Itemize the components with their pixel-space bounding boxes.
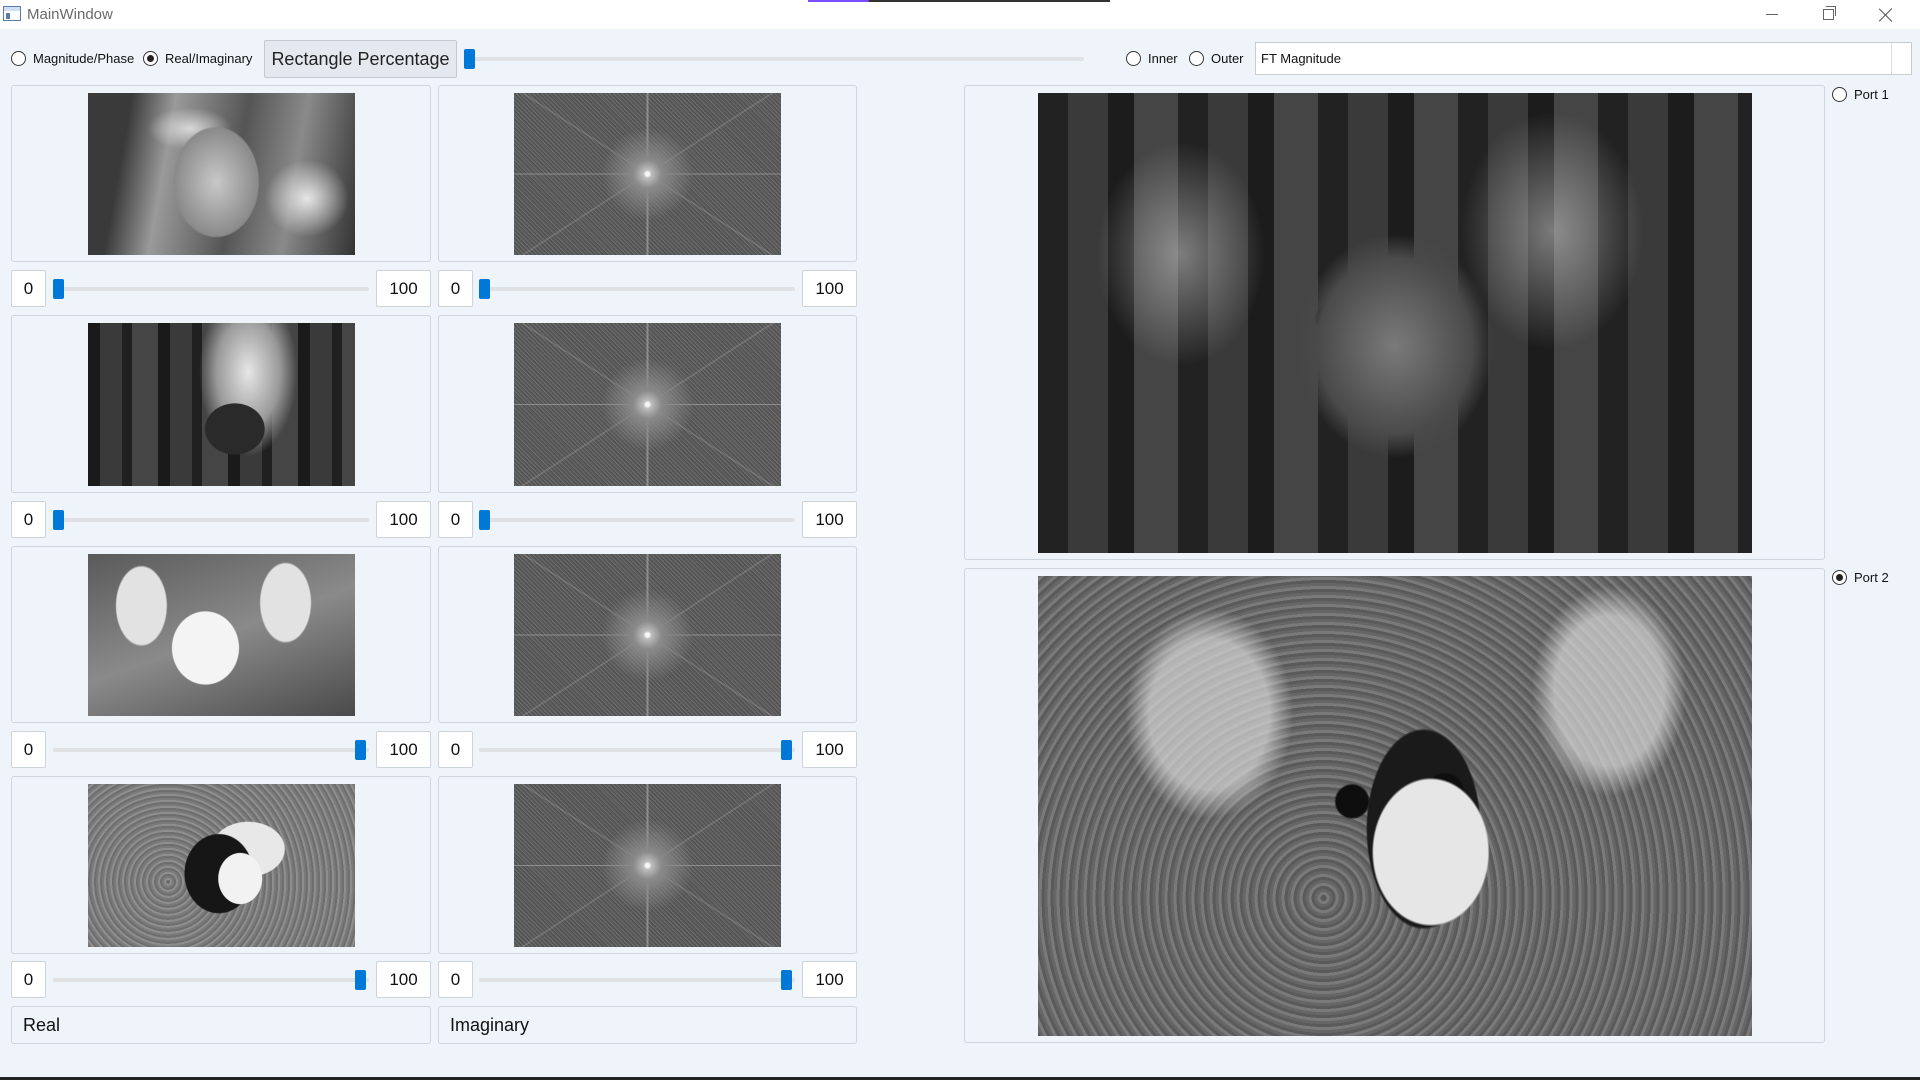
slider-groove <box>53 748 369 752</box>
port-1-label: Port 1 <box>1854 87 1889 102</box>
slider-handle[interactable] <box>53 510 64 530</box>
close-button[interactable] <box>1858 0 1914 29</box>
rectangle-percentage-button[interactable]: Rectangle Percentage <box>264 40 457 78</box>
restore-button[interactable] <box>1800 0 1856 29</box>
left-column-label: Real <box>11 1006 431 1044</box>
input-image-panel-2[interactable] <box>11 315 431 493</box>
close-icon <box>1879 8 1893 22</box>
mode-magnitude-phase-label: Magnitude/Phase <box>33 51 135 66</box>
output-panel-port-2[interactable] <box>964 568 1825 1043</box>
slider-handle[interactable] <box>479 279 490 299</box>
weight-right-max-3: 100 <box>802 731 857 768</box>
slider-groove <box>53 978 369 982</box>
mode-magnitude-phase-radio[interactable]: Magnitude/Phase <box>11 51 134 66</box>
slider-handle[interactable] <box>781 740 792 760</box>
minimize-button[interactable] <box>1744 0 1800 29</box>
weight-left-slider-1[interactable] <box>53 279 369 299</box>
input-image-panel-3[interactable] <box>11 546 431 723</box>
weight-right-min-2: 0 <box>438 501 473 538</box>
weight-right-slider-4[interactable] <box>479 970 795 990</box>
weight-right-slider-1[interactable] <box>479 279 795 299</box>
minimize-icon <box>1766 14 1778 15</box>
radio-unchecked-icon <box>1832 87 1847 102</box>
slider-groove <box>53 518 369 522</box>
input-image-woman-hat <box>88 93 355 255</box>
restore-icon <box>1822 6 1836 20</box>
window-title: MainWindow <box>27 6 113 23</box>
weight-left-max-4: 100 <box>376 961 431 998</box>
port-2-radio[interactable]: Port 2 <box>1832 570 1889 585</box>
output-panel-port-1[interactable] <box>964 85 1825 560</box>
ft-image-panel-3[interactable] <box>438 546 857 723</box>
input-image-fennec-fox <box>88 554 355 716</box>
radio-checked-icon <box>1832 570 1847 585</box>
ft-image-2 <box>514 323 781 486</box>
slider-handle[interactable] <box>781 970 792 990</box>
slider-handle[interactable] <box>355 740 366 760</box>
weight-right-max-4: 100 <box>802 961 857 998</box>
weight-right-max-1: 100 <box>802 270 857 307</box>
slider-groove <box>479 518 795 522</box>
title-bar: MainWindow <box>0 0 1920 29</box>
weight-right-min-4: 0 <box>438 961 473 998</box>
ft-image-1 <box>514 93 781 255</box>
output-image-port-2 <box>1038 576 1752 1036</box>
ft-image-panel-4[interactable] <box>438 776 857 954</box>
title-accent-bar <box>808 0 1110 2</box>
port-2-label: Port 2 <box>1854 570 1889 585</box>
output-image-port-1 <box>1038 93 1752 553</box>
weight-left-min-1: 0 <box>11 270 46 307</box>
slider-handle[interactable] <box>53 279 64 299</box>
slider-groove <box>479 748 795 752</box>
region-inner-label: Inner <box>1148 51 1178 66</box>
radio-unchecked-icon <box>1189 51 1204 66</box>
region-inner-radio[interactable]: Inner <box>1126 51 1178 66</box>
rectangle-percentage-slider[interactable] <box>464 49 1084 69</box>
weight-left-min-3: 0 <box>11 731 46 768</box>
mode-real-imaginary-radio[interactable]: Real/Imaginary <box>143 51 252 66</box>
input-image-panel-1[interactable] <box>11 85 431 262</box>
input-image-panel-4[interactable] <box>11 776 431 954</box>
weight-left-slider-2[interactable] <box>53 510 369 530</box>
ft-image-4 <box>514 784 781 947</box>
weight-right-min-1: 0 <box>438 270 473 307</box>
slider-groove <box>53 287 369 291</box>
radio-unchecked-icon <box>11 51 26 66</box>
slider-groove <box>464 57 1084 61</box>
component-select-value: FT Magnitude <box>1261 51 1341 66</box>
weight-left-max-2: 100 <box>376 501 431 538</box>
slider-handle[interactable] <box>479 510 490 530</box>
weight-right-min-3: 0 <box>438 731 473 768</box>
region-outer-label: Outer <box>1211 51 1244 66</box>
weight-right-slider-2[interactable] <box>479 510 795 530</box>
weight-left-max-3: 100 <box>376 731 431 768</box>
right-column-label: Imaginary <box>438 1006 857 1044</box>
mode-real-imaginary-label: Real/Imaginary <box>165 51 253 66</box>
input-image-elephant <box>88 323 355 486</box>
weight-left-min-2: 0 <box>11 501 46 538</box>
slider-groove <box>479 287 795 291</box>
ft-image-panel-2[interactable] <box>438 315 857 493</box>
weight-left-slider-3[interactable] <box>53 740 369 760</box>
radio-checked-icon <box>143 51 158 66</box>
slider-groove <box>479 978 795 982</box>
weight-left-max-1: 100 <box>376 270 431 307</box>
weight-left-min-4: 0 <box>11 961 46 998</box>
weight-left-slider-4[interactable] <box>53 970 369 990</box>
component-select[interactable]: FT Magnitude <box>1255 42 1912 75</box>
combo-dropdown-button[interactable] <box>1891 43 1911 74</box>
radio-unchecked-icon <box>1126 51 1141 66</box>
ft-image-3 <box>514 554 781 716</box>
ft-image-panel-1[interactable] <box>438 85 857 262</box>
app-window-icon <box>3 6 21 21</box>
weight-right-slider-3[interactable] <box>479 740 795 760</box>
region-outer-radio[interactable]: Outer <box>1189 51 1244 66</box>
slider-handle[interactable] <box>355 970 366 990</box>
port-1-radio[interactable]: Port 1 <box>1832 87 1889 102</box>
input-image-panda <box>88 784 355 947</box>
weight-right-max-2: 100 <box>802 501 857 538</box>
slider-handle[interactable] <box>464 49 475 69</box>
